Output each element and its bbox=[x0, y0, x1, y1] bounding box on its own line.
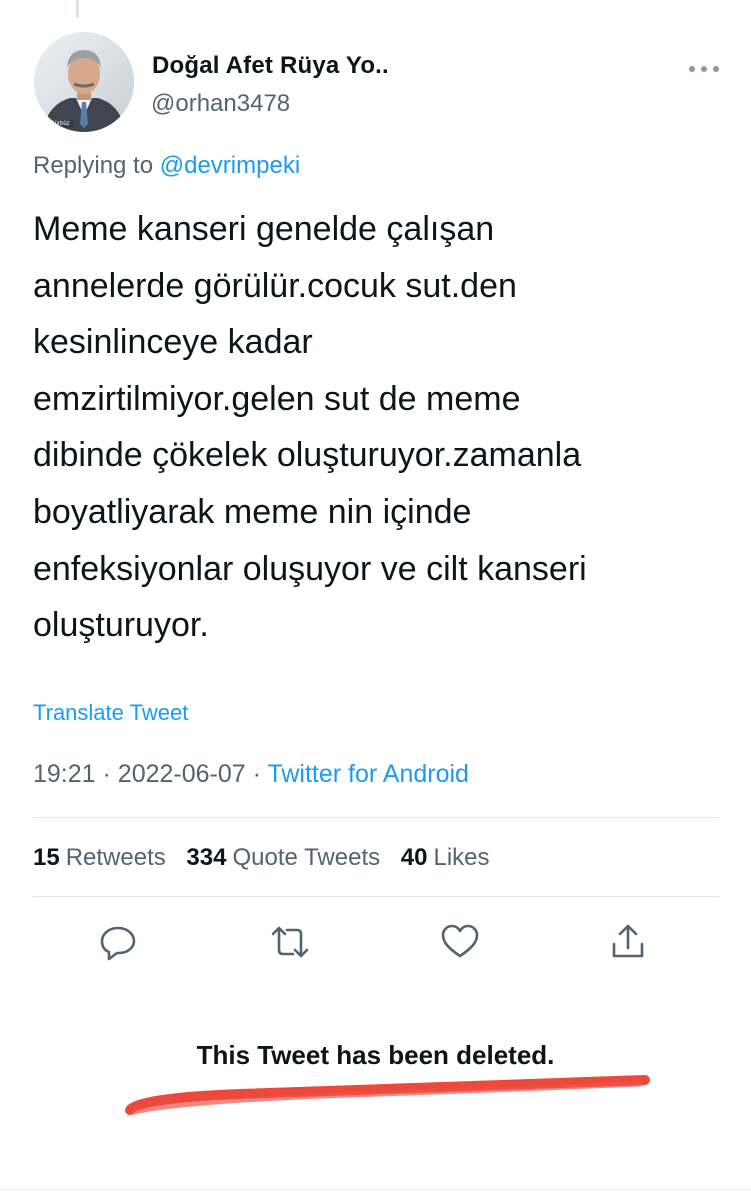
meta-separator: · bbox=[252, 760, 261, 788]
tweet-meta: 19:21 · 2022-06-07 · Twitter for Android bbox=[33, 760, 469, 789]
avatar-image bbox=[34, 32, 134, 132]
tweet-text-line: enfeksiyonlar oluşuyor ve cilt kanseri bbox=[33, 549, 587, 588]
red-underline-mark bbox=[125, 1075, 650, 1115]
like-icon[interactable] bbox=[440, 922, 480, 962]
quote-tweets-count: 334 bbox=[186, 844, 227, 871]
tweet-text-line: oluşturuyor. bbox=[33, 606, 209, 645]
divider bbox=[33, 817, 719, 818]
meta-separator: · bbox=[102, 760, 111, 788]
tweet-text-line: kesinlinceye kadar bbox=[33, 323, 313, 362]
divider bbox=[33, 896, 719, 897]
tweet-text-line: emzirtilmiyor.gelen sut de meme bbox=[33, 379, 521, 418]
replying-to: Replying to @devrimpeki bbox=[33, 152, 300, 180]
retweets-label: Retweets bbox=[65, 844, 166, 871]
avatar-caption: Gürbüz bbox=[50, 121, 70, 127]
user-handle[interactable]: @orhan3478 bbox=[151, 90, 290, 118]
retweets-stat[interactable]: 15 Retweets bbox=[33, 844, 166, 871]
reply-mention-link[interactable]: @devrimpeki bbox=[160, 152, 300, 179]
quote-tweets-label: Quote Tweets bbox=[232, 844, 381, 871]
tweet-time[interactable]: 19:21 bbox=[33, 760, 96, 788]
tweet-header: Gürbüz Doğal Afet Rüya Yo.. @orhan3478 bbox=[34, 32, 724, 132]
tweet-text-line: boyatliyarak meme nin içinde bbox=[33, 492, 472, 531]
bottom-divider bbox=[0, 1189, 751, 1190]
thread-connector-line bbox=[76, 0, 79, 18]
retweet-icon[interactable] bbox=[270, 922, 310, 962]
tweet-source-link[interactable]: Twitter for Android bbox=[267, 760, 468, 788]
avatar[interactable]: Gürbüz bbox=[34, 32, 134, 132]
likes-count: 40 bbox=[400, 844, 428, 871]
tweet-stats: 15 Retweets 334 Quote Tweets 40 Likes bbox=[33, 844, 504, 872]
retweets-count: 15 bbox=[33, 844, 60, 871]
replying-to-label: Replying to bbox=[33, 152, 154, 179]
likes-label: Likes bbox=[433, 844, 490, 871]
display-name[interactable]: Doğal Afet Rüya Yo.. bbox=[152, 52, 389, 80]
tweet-text-line: annelerde görülür.cocuk sut.den bbox=[33, 266, 517, 305]
more-horizontal-icon[interactable] bbox=[684, 54, 724, 84]
quote-tweets-stat[interactable]: 334 Quote Tweets bbox=[186, 844, 380, 871]
tweet-text: Meme kanseri genelde çalışan annelerde g… bbox=[33, 201, 723, 654]
translate-tweet-link[interactable]: Translate Tweet bbox=[33, 700, 188, 726]
tweet-text-line: dibinde çökelek oluşturuyor.zamanla bbox=[33, 436, 582, 475]
share-icon[interactable] bbox=[608, 922, 648, 962]
likes-stat[interactable]: 40 Likes bbox=[401, 844, 490, 871]
tweet-date[interactable]: 2022-06-07 bbox=[118, 760, 246, 788]
tweet-text-line: Meme kanseri genelde çalışan bbox=[33, 210, 495, 248]
reply-icon[interactable] bbox=[98, 922, 138, 962]
